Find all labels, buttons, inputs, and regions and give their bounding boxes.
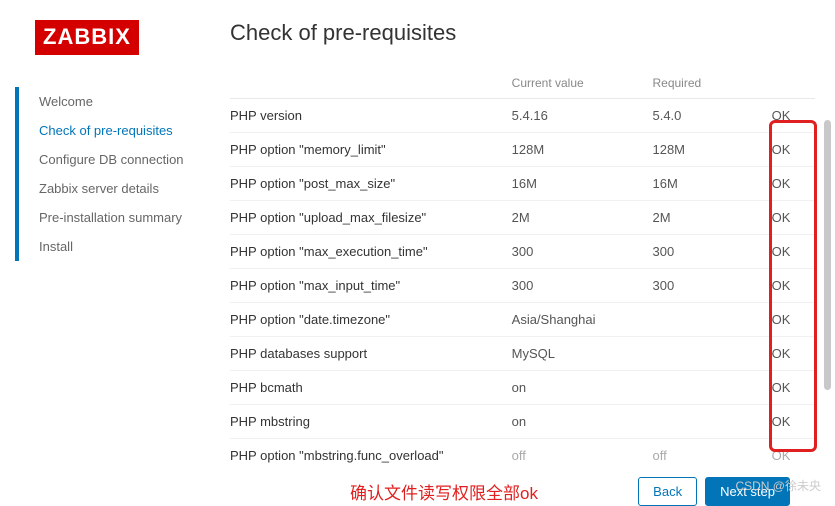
req-name: PHP databases support — [230, 337, 512, 371]
req-name: PHP option "memory_limit" — [230, 133, 512, 167]
table-row: PHP option "upload_max_filesize"2M2MOK — [230, 201, 815, 235]
req-current: 300 — [512, 269, 653, 303]
req-status: OK — [772, 133, 815, 167]
zabbix-logo: ZABBIX — [35, 20, 139, 55]
table-row: PHP option "date.timezone"Asia/Shanghai O… — [230, 303, 815, 337]
req-current: 2M — [512, 201, 653, 235]
table-row: PHP option "max_input_time"300300OK — [230, 269, 815, 303]
req-current: Asia/Shanghai — [512, 303, 653, 337]
req-current: on — [512, 371, 653, 405]
step-item[interactable]: Install — [19, 232, 230, 261]
req-name: PHP option "post_max_size" — [230, 167, 512, 201]
req-current: 5.4.16 — [512, 99, 653, 133]
table-row: PHP mbstringon OK — [230, 405, 815, 439]
req-status: OK — [772, 235, 815, 269]
req-name: PHP option "max_execution_time" — [230, 235, 512, 269]
col-required: Required — [652, 68, 771, 99]
req-name: PHP option "mbstring.func_overload" — [230, 439, 512, 466]
col-status — [772, 68, 815, 99]
step-item[interactable]: Welcome — [19, 87, 230, 116]
req-required: 16M — [652, 167, 771, 201]
table-row: PHP option "max_execution_time"300300OK — [230, 235, 815, 269]
table-row: PHP option "post_max_size"16M16MOK — [230, 167, 815, 201]
table-row: PHP version5.4.165.4.0OK — [230, 99, 815, 133]
col-name — [230, 68, 512, 99]
req-name: PHP mbstring — [230, 405, 512, 439]
table-row: PHP bcmathon OK — [230, 371, 815, 405]
watermark: CSDN @徐未央 — [735, 477, 821, 494]
table-row: PHP option "memory_limit"128M128MOK — [230, 133, 815, 167]
req-status: OK — [772, 269, 815, 303]
req-status: OK — [772, 337, 815, 371]
req-status: OK — [772, 405, 815, 439]
requirements-table: Current value Required PHP version5.4.16… — [230, 68, 815, 465]
install-steps: WelcomeCheck of pre-requisitesConfigure … — [15, 87, 230, 261]
req-required: 2M — [652, 201, 771, 235]
back-button[interactable]: Back — [638, 477, 697, 506]
step-item[interactable]: Pre-installation summary — [19, 203, 230, 232]
req-required: 300 — [652, 269, 771, 303]
req-status: OK — [772, 303, 815, 337]
req-status: OK — [772, 201, 815, 235]
req-required: 5.4.0 — [652, 99, 771, 133]
scrollbar[interactable] — [824, 120, 831, 390]
req-required: 128M — [652, 133, 771, 167]
step-item[interactable]: Configure DB connection — [19, 145, 230, 174]
table-row: PHP databases supportMySQL OK — [230, 337, 815, 371]
req-current: MySQL — [512, 337, 653, 371]
req-name: PHP version — [230, 99, 512, 133]
req-required — [652, 405, 771, 439]
req-required: 300 — [652, 235, 771, 269]
annotation-text: 确认文件读写权限全部ok — [230, 479, 538, 504]
req-status: OK — [772, 99, 815, 133]
col-current: Current value — [512, 68, 653, 99]
req-current: 300 — [512, 235, 653, 269]
req-current: off — [512, 439, 653, 466]
req-current: 16M — [512, 167, 653, 201]
req-current: 128M — [512, 133, 653, 167]
req-status: OK — [772, 439, 815, 466]
req-required: off — [652, 439, 771, 466]
req-name: PHP option "upload_max_filesize" — [230, 201, 512, 235]
req-name: PHP option "date.timezone" — [230, 303, 512, 337]
page-title: Check of pre-requisites — [230, 20, 815, 46]
req-required — [652, 337, 771, 371]
step-item[interactable]: Check of pre-requisites — [19, 116, 230, 145]
req-required — [652, 371, 771, 405]
req-status: OK — [772, 371, 815, 405]
table-row: PHP option "mbstring.func_overload"offof… — [230, 439, 815, 466]
req-required — [652, 303, 771, 337]
req-status: OK — [772, 167, 815, 201]
req-name: PHP bcmath — [230, 371, 512, 405]
req-current: on — [512, 405, 653, 439]
step-item[interactable]: Zabbix server details — [19, 174, 230, 203]
req-name: PHP option "max_input_time" — [230, 269, 512, 303]
